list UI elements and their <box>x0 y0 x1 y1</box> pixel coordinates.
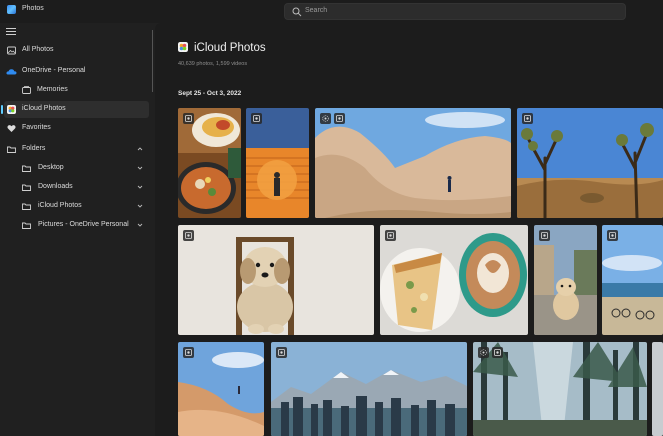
photo-tile-puppy[interactable] <box>534 225 597 335</box>
chevron-down-icon[interactable] <box>137 203 143 209</box>
sidebar-item-label: Downloads <box>38 183 73 190</box>
icloud-badge-icon <box>385 230 396 241</box>
sidebar-item-onedrive[interactable]: OneDrive - Personal <box>4 63 149 80</box>
onedrive-cloud-icon <box>6 69 17 75</box>
live-photo-badge-icon <box>320 113 331 124</box>
sidebar-item-label: Pictures - OneDrive Personal <box>38 221 129 228</box>
photo-puppy-street <box>534 225 597 335</box>
sidebar-folder-downloads[interactable]: Downloads <box>4 179 149 196</box>
photo-tile-beach[interactable] <box>602 225 663 335</box>
icloud-badge-icon <box>183 230 194 241</box>
photo-city-mountains <box>271 342 467 436</box>
photo-tile-city[interactable] <box>271 342 467 436</box>
photo-orange-wall <box>246 108 309 218</box>
photo-tile-dog[interactable] <box>178 225 374 335</box>
sidebar-item-icloud[interactable]: iCloud Photos <box>1 101 149 118</box>
sidebar-item-label: Desktop <box>38 164 64 171</box>
chevron-down-icon[interactable] <box>137 222 143 228</box>
photo-beach-bikes <box>602 225 663 335</box>
sidebar-scrollbar[interactable] <box>152 30 153 92</box>
photo-food-bowls <box>178 108 241 218</box>
photo-pizza-and-coffee <box>380 225 528 335</box>
icloud-badge-icon <box>276 347 287 358</box>
icloud-badge-icon <box>183 113 194 124</box>
sidebar: All Photos OneDrive - Personal Memories … <box>0 23 155 436</box>
icloud-badge-icon <box>334 113 345 124</box>
sidebar-item-all-photos[interactable]: All Photos <box>4 42 149 59</box>
icloud-photos-icon <box>178 42 188 52</box>
hamburger-menu-icon[interactable] <box>6 28 16 36</box>
search-box[interactable]: Search <box>284 3 626 20</box>
folder-icon <box>7 146 16 153</box>
sidebar-folder-desktop[interactable]: Desktop <box>4 160 149 177</box>
sidebar-folder-pictures-onedrive[interactable]: Pictures - OneDrive Personal <box>4 217 149 234</box>
icloud-badge-icon <box>251 113 262 124</box>
icloud-badge-icon <box>539 230 550 241</box>
folder-icon <box>22 184 31 191</box>
photo-tile-coffee[interactable] <box>380 225 528 335</box>
title-bar: Photos Search <box>0 0 663 23</box>
sidebar-item-label: Favorites <box>22 124 51 131</box>
photo-tile-dunes[interactable] <box>178 342 264 436</box>
folder-icon <box>22 222 31 229</box>
search-icon <box>292 7 302 17</box>
search-input[interactable]: Search <box>305 7 327 14</box>
photo-dog-on-chair <box>178 225 374 335</box>
chevron-up-icon[interactable] <box>137 146 143 152</box>
photo-tile-forest[interactable] <box>473 342 647 436</box>
memories-icon <box>22 86 31 94</box>
sidebar-item-label: iCloud Photos <box>22 105 66 112</box>
photo-tile-partial[interactable] <box>652 342 663 436</box>
main-content: iCloud Photos 40,639 photos, 1,599 video… <box>155 23 663 436</box>
photo-count: 40,639 photos, 1,599 videos <box>178 61 248 67</box>
icloud-badge-icon <box>183 347 194 358</box>
icloud-badge-icon <box>522 113 533 124</box>
sidebar-folder-icloud-photos[interactable]: iCloud Photos <box>4 198 149 215</box>
folder-icon <box>22 165 31 172</box>
photo-tile-food[interactable] <box>178 108 241 218</box>
photo-tile-wall[interactable] <box>246 108 309 218</box>
chevron-down-icon[interactable] <box>137 184 143 190</box>
sidebar-item-folders[interactable]: Folders <box>4 141 149 158</box>
icloud-photos-icon <box>7 105 16 114</box>
sidebar-item-memories[interactable]: Memories <box>4 82 149 99</box>
photo-tile-rocks[interactable] <box>315 108 511 218</box>
live-photo-badge-icon <box>478 347 489 358</box>
icloud-badge-icon <box>607 230 618 241</box>
sidebar-item-label: iCloud Photos <box>38 202 82 209</box>
sidebar-item-label: Memories <box>37 86 68 93</box>
sidebar-item-label: OneDrive - Personal <box>22 67 86 74</box>
icloud-badge-icon <box>492 347 503 358</box>
sidebar-item-favorites[interactable]: Favorites <box>4 120 149 137</box>
photo-tile-joshua-tree[interactable] <box>517 108 663 218</box>
folder-icon <box>22 203 31 210</box>
chevron-down-icon[interactable] <box>137 165 143 171</box>
page-title: iCloud Photos <box>194 42 266 54</box>
app-title: Photos <box>22 5 44 12</box>
photo-icon <box>7 46 16 55</box>
date-group-header: Sept 25 - Oct 3, 2022 <box>178 90 242 97</box>
photos-app-icon <box>7 5 16 14</box>
photo-desert-rocks-hiker <box>315 108 511 218</box>
sidebar-item-label: Folders <box>22 145 46 152</box>
sidebar-item-label: All Photos <box>22 46 54 53</box>
heart-icon <box>7 125 16 132</box>
photo-joshua-trees <box>517 108 663 218</box>
